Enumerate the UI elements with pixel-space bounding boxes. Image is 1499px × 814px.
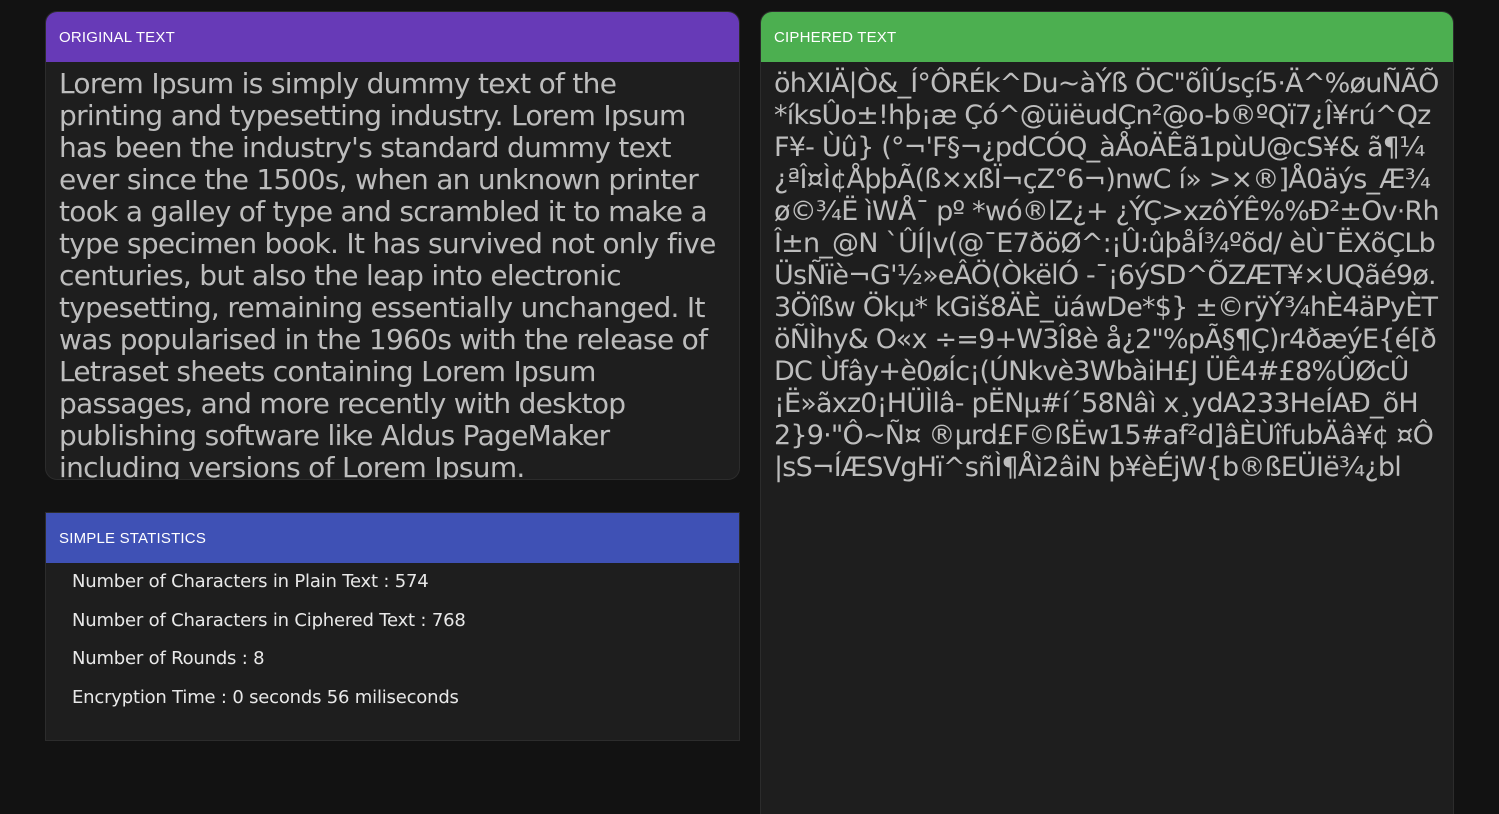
ciphered-text-body[interactable]: öhXIÄ|Ò&_Í°ÔRÉk^Du~àÝß ÖC"õÎÚsçí5·Ä^%øuÑ… — [761, 62, 1453, 484]
plain-text-char-count: Number of Characters in Plain Text : 574 — [72, 571, 429, 592]
ciphered-text-header: CIPHERED TEXT — [761, 12, 1453, 62]
ciphered-text-card: CIPHERED TEXT öhXIÄ|Ò&_Í°ÔRÉk^Du~àÝß ÖC"… — [760, 11, 1454, 814]
statistics-list: Number of Characters in Plain Text : 574… — [46, 563, 739, 725]
ciphered-text-char-count: Number of Characters in Ciphered Text : … — [72, 609, 466, 631]
simple-statistics-card: SIMPLE STATISTICS Number of Characters i… — [45, 512, 740, 741]
original-text-header: ORIGINAL TEXT — [46, 12, 739, 62]
simple-statistics-header: SIMPLE STATISTICS — [46, 513, 739, 563]
encryption-time: Encryption Time : 0 seconds 56 milisecon… — [72, 686, 459, 708]
rounds-count: Number of Rounds : 8 — [72, 648, 265, 669]
original-text-body[interactable]: Lorem Ipsum is simply dummy text of the … — [46, 62, 739, 480]
original-text-card: ORIGINAL TEXT Lorem Ipsum is simply dumm… — [45, 11, 740, 480]
page: ORIGINAL TEXT Lorem Ipsum is simply dumm… — [0, 0, 1499, 814]
